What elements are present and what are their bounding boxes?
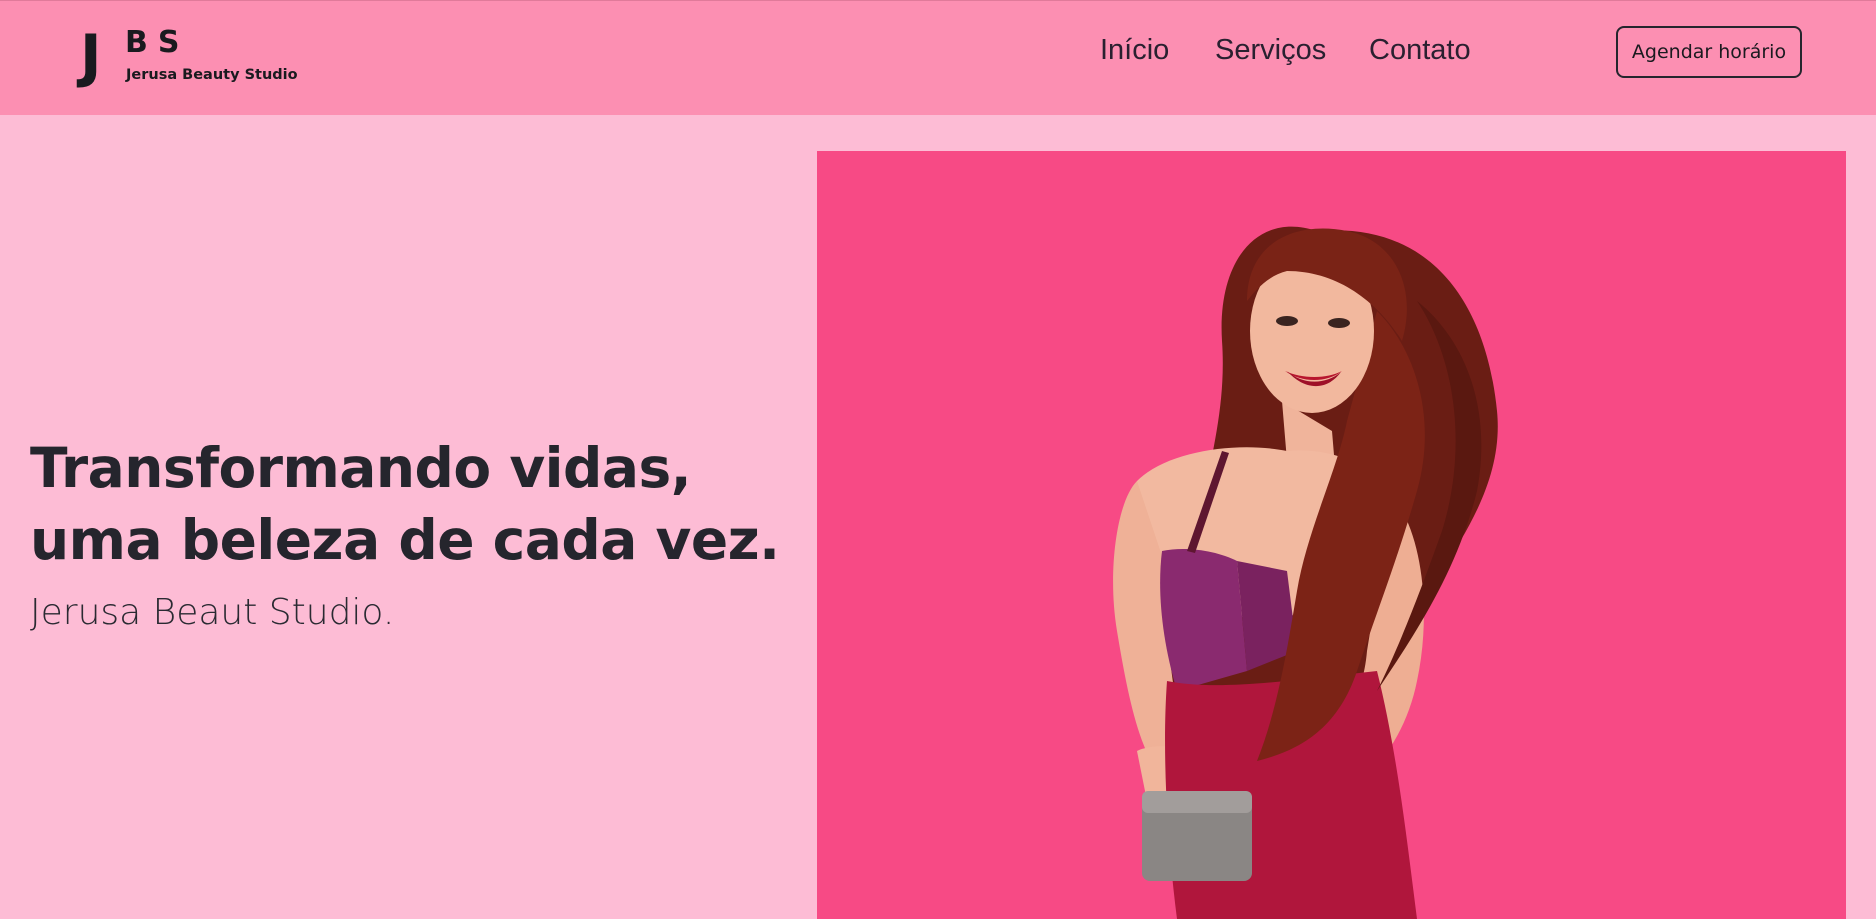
site-header: J BS Jerusa Beauty Studio Início Serviço…	[0, 0, 1876, 115]
logo[interactable]: J BS Jerusa Beauty Studio	[80, 27, 300, 87]
hero-subtitle: Jerusa Beaut Studio.	[30, 592, 395, 633]
logo-mark-bs: BS	[125, 25, 190, 60]
hero-photo	[817, 151, 1846, 919]
hero-title-line-1: Transformando vidas,	[30, 436, 692, 500]
schedule-appointment-button[interactable]: Agendar horário	[1616, 26, 1802, 78]
woman-portrait-illustration	[1113, 226, 1498, 919]
hero-title: Transformando vidas, uma beleza de cada …	[30, 432, 780, 576]
nav-item-inicio[interactable]: Início	[1100, 31, 1169, 69]
logo-studio-name: Jerusa Beauty Studio	[126, 67, 298, 83]
nav-item-servicos[interactable]: Serviços	[1215, 31, 1326, 69]
hero-title-line-2: uma beleza de cada vez.	[30, 508, 780, 572]
logo-mark-j: J	[80, 22, 102, 90]
nav-item-contato[interactable]: Contato	[1369, 31, 1471, 69]
